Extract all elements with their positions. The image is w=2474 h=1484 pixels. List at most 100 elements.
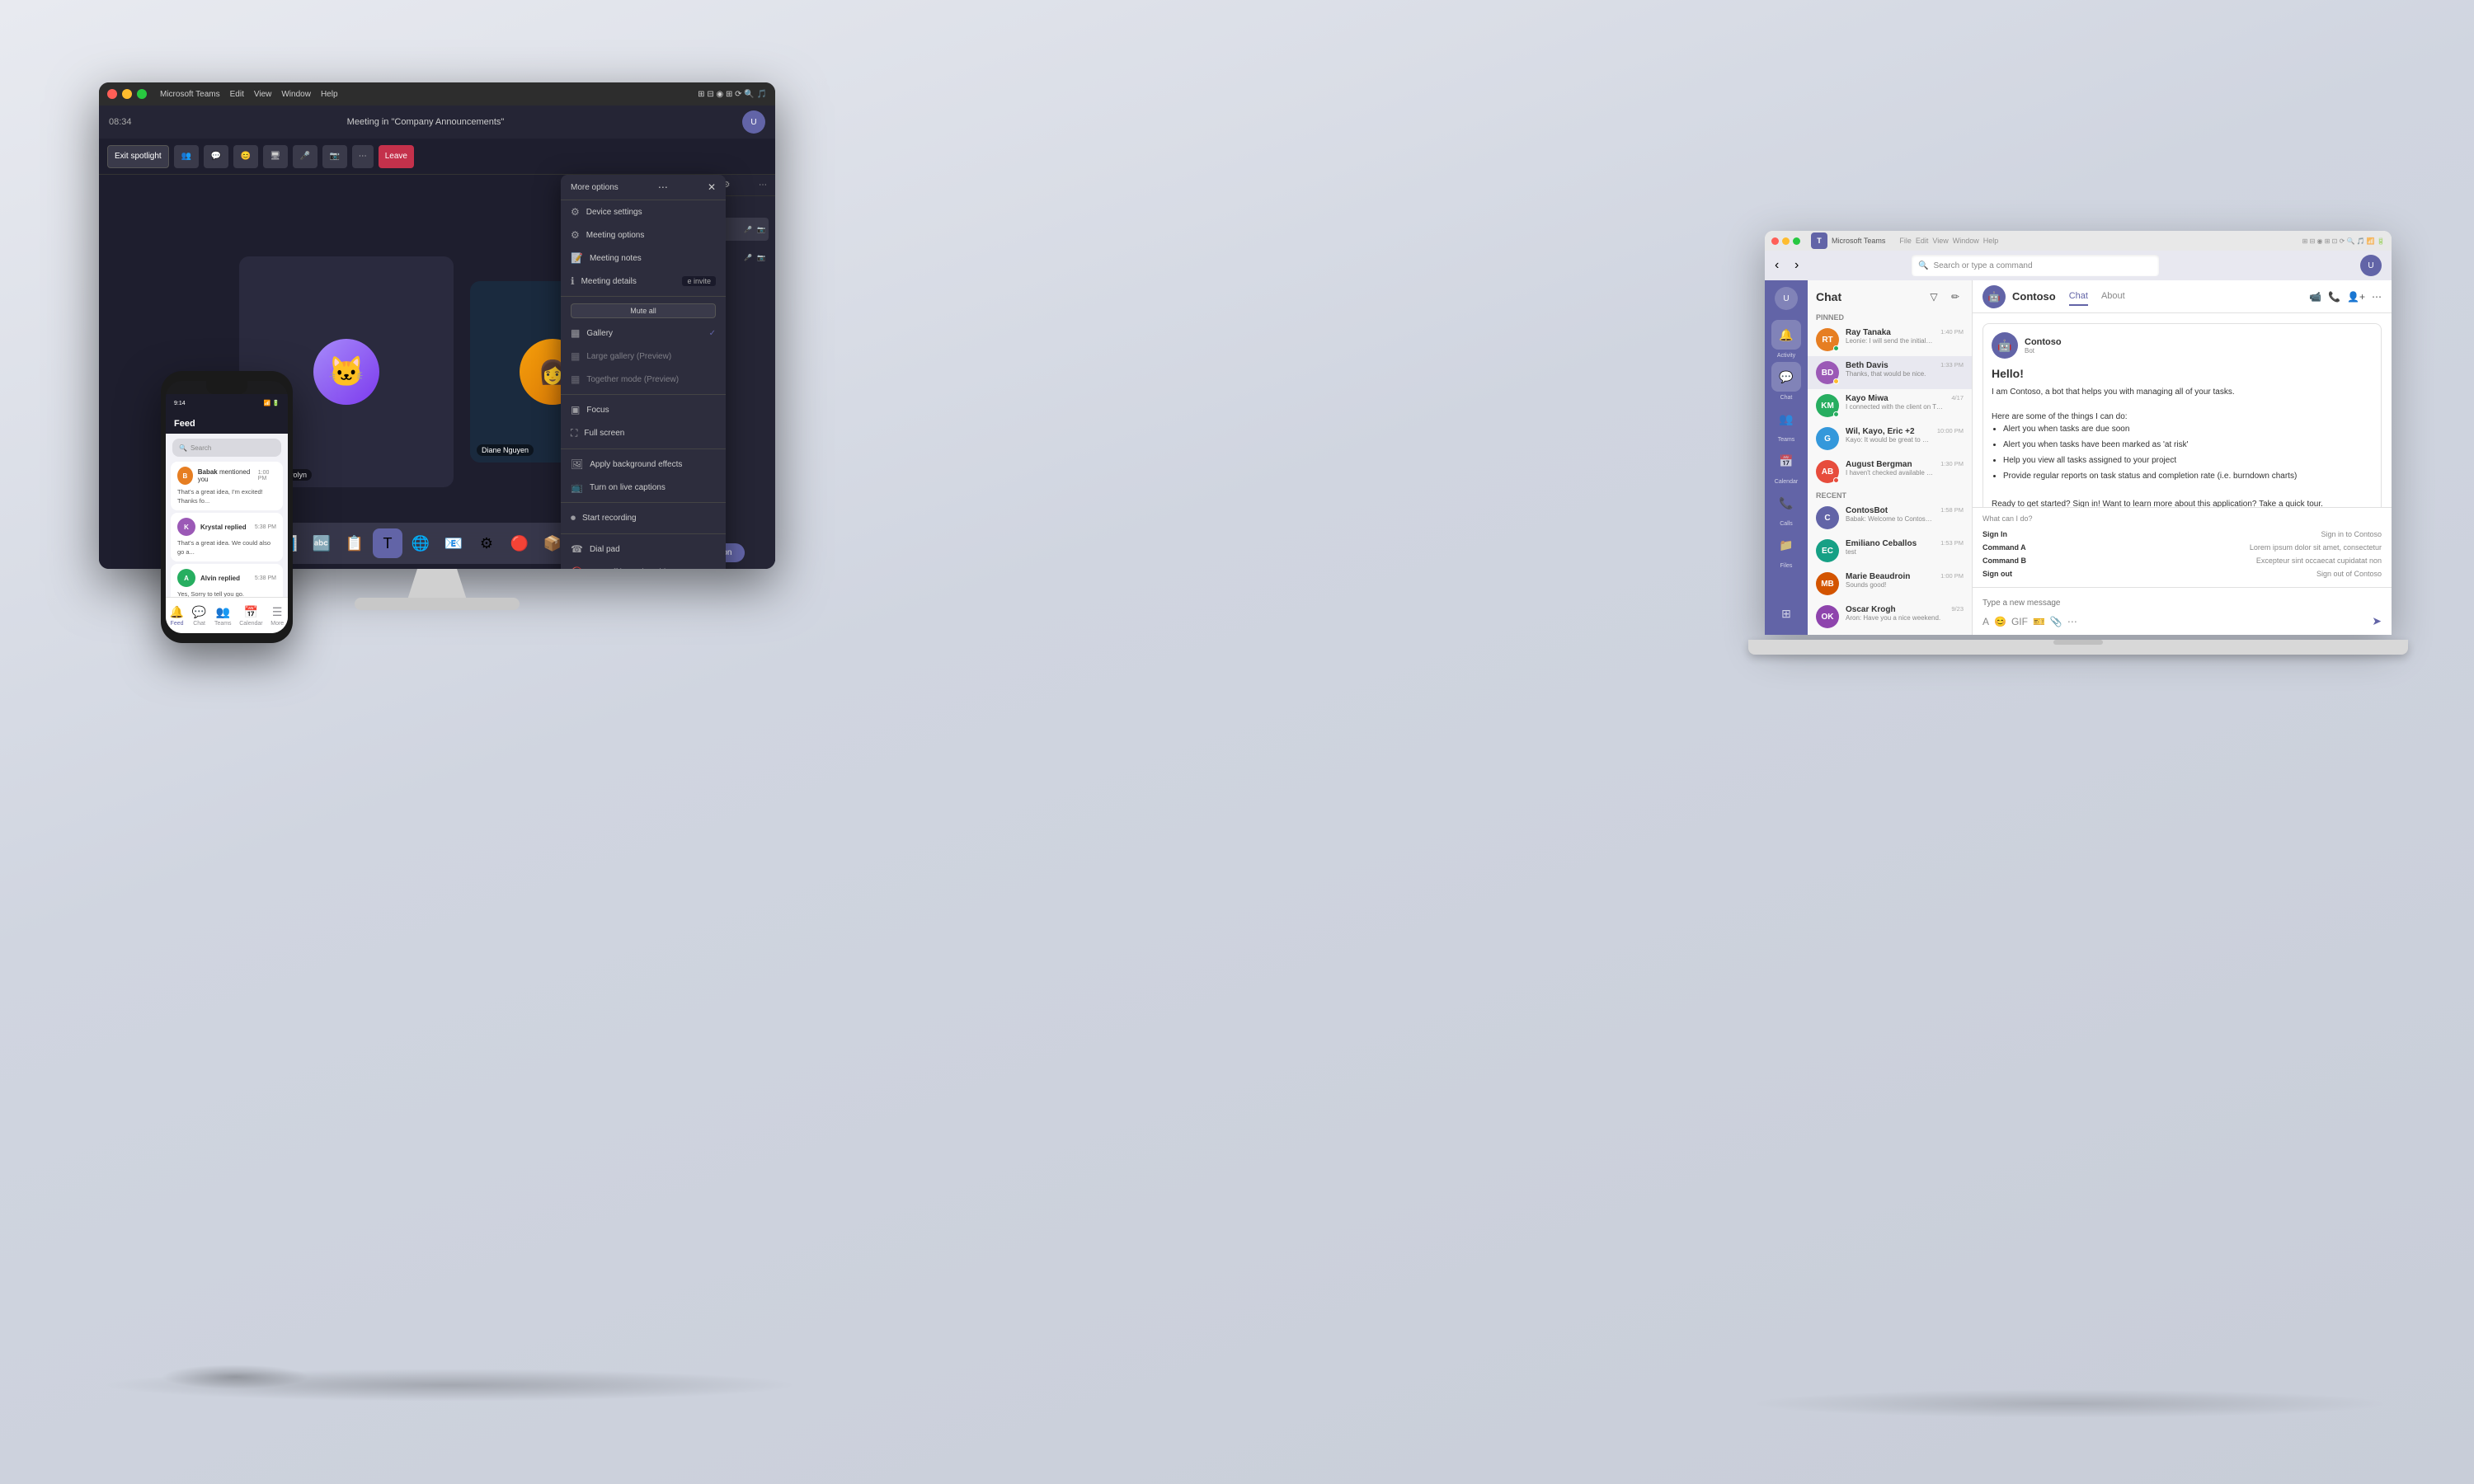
phone-nav-teams[interactable]: 👥 Teams	[214, 605, 232, 627]
user-avatar-header[interactable]: U	[2360, 255, 2382, 276]
chat-item-group[interactable]: G Wil, Kayo, Eric +2 Kayo: It would be g…	[1808, 422, 1972, 455]
nav-apps-icon[interactable]: ⊞	[1771, 599, 1801, 628]
close-button[interactable]	[107, 89, 117, 99]
laptop-menu-edit[interactable]: Edit	[1916, 237, 1929, 245]
video-call-icon[interactable]: 📹	[2309, 291, 2321, 303]
dropdown-meeting-notes[interactable]: 📝 Meeting notes	[561, 247, 726, 270]
chat-item-daichi[interactable]: DF Daichi Fukuda No, I think there are o…	[1808, 633, 1972, 635]
attach-icon[interactable]: 📎	[2050, 616, 2062, 627]
dropdown-meeting-options[interactable]: ⚙ Meeting options	[561, 223, 726, 247]
send-button[interactable]: ➤	[2372, 614, 2382, 628]
dock-icon-red[interactable]: 🔴	[505, 528, 534, 558]
dropdown-fullscreen[interactable]: ⛶ Full screen	[561, 421, 726, 445]
phone-nav-calendar[interactable]: 📅 Calendar	[239, 605, 262, 627]
dock-icon-browser[interactable]: 🌐	[406, 528, 435, 558]
menu-window[interactable]: Window	[281, 90, 311, 99]
share-button[interactable]: 🖥	[263, 145, 288, 168]
phone-nav-more[interactable]: ☰ More	[270, 605, 284, 627]
chat-item-ray[interactable]: RT Ray Tanaka Leonie: I will send the in…	[1808, 323, 1972, 356]
add-people-icon[interactable]: 👤+	[2347, 291, 2365, 303]
august-name: August Bergman	[1846, 460, 1934, 469]
chat-tab[interactable]: Chat	[2069, 288, 2088, 306]
camera-button[interactable]: 📷	[322, 145, 347, 168]
about-tab[interactable]: About	[2101, 288, 2125, 306]
format-icon[interactable]: A	[1982, 616, 1989, 627]
gif-icon[interactable]: GIF	[2011, 616, 2028, 627]
dropdown-large-gallery[interactable]: ▦ Large gallery (Preview)	[561, 345, 726, 368]
new-chat-icon[interactable]: ✏	[1947, 289, 1964, 305]
laptop-menu-help[interactable]: Help	[1983, 237, 1999, 245]
more-options-chat[interactable]: ⋯	[2372, 291, 2382, 303]
nav-files[interactable]: 📁	[1771, 530, 1801, 560]
leave-button[interactable]: Leave	[379, 145, 414, 168]
nav-activity[interactable]: 🔔	[1771, 320, 1801, 350]
laptop-menu-file[interactable]: File	[1899, 237, 1912, 245]
dropdown-live-captions[interactable]: 📺 Turn on live captions	[561, 476, 726, 499]
dropdown-dial-pad[interactable]: ☎ Dial pad	[561, 538, 726, 561]
dock-icon-email[interactable]: 📧	[439, 528, 468, 558]
dropdown-apply-bg[interactable]: 🖼 Apply background effects	[561, 453, 726, 476]
nav-teams[interactable]: 👥	[1771, 404, 1801, 434]
react-button[interactable]: 😊	[233, 145, 258, 168]
dropdown-focus[interactable]: ▣ Focus	[561, 398, 726, 421]
dropdown-device-settings[interactable]: ⚙ Device settings	[561, 200, 726, 223]
search-input-container[interactable]: 🔍 Search or type a command	[1912, 255, 2159, 276]
sticker-icon[interactable]: 🎫	[2033, 616, 2045, 627]
teams-user-nav-avatar[interactable]: U	[1775, 287, 1798, 310]
dock-icon-settings[interactable]: ⚙	[472, 528, 501, 558]
more-input-icon[interactable]: ⋯	[2067, 616, 2077, 627]
nav-calls[interactable]: 📞	[1771, 488, 1801, 518]
audio-call-icon[interactable]: 📞	[2328, 291, 2340, 303]
sidebar-close-icon[interactable]: ⋯	[759, 181, 767, 190]
chat-item-emiliano[interactable]: EC Emiliano Ceballos test 1:53 PM	[1808, 534, 1972, 567]
emoji-icon[interactable]: 😊	[1994, 616, 2006, 627]
dropdown-start-recording[interactable]: ⏺ Start recording	[561, 506, 726, 530]
chat-item-august[interactable]: AB August Bergman I haven't checked avai…	[1808, 455, 1972, 488]
mic-button[interactable]: 🎤	[293, 145, 317, 168]
minimize-button[interactable]	[122, 89, 132, 99]
menu-edit[interactable]: Edit	[230, 90, 244, 99]
back-button[interactable]: ‹	[1775, 258, 1788, 273]
chat-item-oscar[interactable]: OK Oscar Krogh Aron: Have you a nice wee…	[1808, 600, 1972, 633]
device-settings-icon: ⚙	[571, 206, 580, 218]
dropdown-close[interactable]: ✕	[708, 181, 716, 193]
dropdown-turn-off-video[interactable]: 🚫 Turn off incoming video	[561, 561, 726, 569]
phone-bottom-nav: 🔔 Feed 💬 Chat 👥 Teams 📅 Calendar ☰	[166, 597, 288, 633]
forward-button[interactable]: ›	[1794, 258, 1808, 273]
chat-item-kayo[interactable]: KM Kayo Miwa I connected with the client…	[1808, 389, 1972, 422]
dock-icon-notes[interactable]: 📋	[340, 528, 369, 558]
menu-microsoft-teams[interactable]: Microsoft Teams	[160, 90, 220, 99]
mute-all-button[interactable]: Mute all	[571, 303, 716, 318]
dropdown-gallery[interactable]: ▦ Gallery ✓	[561, 322, 726, 345]
phone-nav-chat[interactable]: 💬 Chat	[192, 605, 206, 627]
laptop-menu-view[interactable]: View	[1932, 237, 1948, 245]
beth-time: 1:33 PM	[1940, 361, 1964, 369]
laptop-minimize[interactable]	[1782, 237, 1790, 245]
dropdown-together-mode[interactable]: ▦ Together mode (Preview)	[561, 368, 726, 391]
phone-nav-feed[interactable]: 🔔 Feed	[170, 605, 184, 627]
filter-icon[interactable]: ▽	[1926, 289, 1942, 305]
maximize-button[interactable]	[137, 89, 147, 99]
chat-message-input[interactable]	[1982, 599, 2382, 608]
exit-spotlight-button[interactable]: Exit spotlight	[107, 145, 169, 168]
chat-item-beth[interactable]: BD Beth Davis Thanks, that would be nice…	[1808, 356, 1972, 389]
nav-apps[interactable]: ⊞	[1771, 599, 1801, 628]
nav-calendar[interactable]: 📅	[1771, 446, 1801, 476]
nav-chat[interactable]: 💬	[1771, 362, 1801, 392]
phone-search[interactable]: 🔍 Search	[172, 439, 281, 457]
menu-view[interactable]: View	[254, 90, 272, 99]
participants-button[interactable]: 👥	[174, 145, 199, 168]
chat-item-marie[interactable]: MB Marie Beaudroin Sounds good! 1:00 PM	[1808, 567, 1972, 600]
dropdown-meeting-details[interactable]: ℹ Meeting details e invite	[561, 270, 726, 293]
bot-message-header: 🤖 Contoso Bot	[1992, 332, 2373, 359]
chat-button[interactable]: 💬	[204, 145, 228, 168]
laptop-close[interactable]	[1771, 237, 1779, 245]
dropdown-dots[interactable]: ⋯	[658, 181, 668, 193]
dock-icon-teams[interactable]: T	[373, 528, 402, 558]
menu-help[interactable]: Help	[321, 90, 338, 99]
dock-icon-word[interactable]: 🔤	[307, 528, 336, 558]
more-options-button[interactable]: ⋯	[352, 145, 374, 168]
chat-item-contosobot[interactable]: C ContosBot Babak: Welcome to ContosoBot…	[1808, 501, 1972, 534]
laptop-menu-window[interactable]: Window	[1953, 237, 1979, 245]
laptop-maximize[interactable]	[1793, 237, 1800, 245]
